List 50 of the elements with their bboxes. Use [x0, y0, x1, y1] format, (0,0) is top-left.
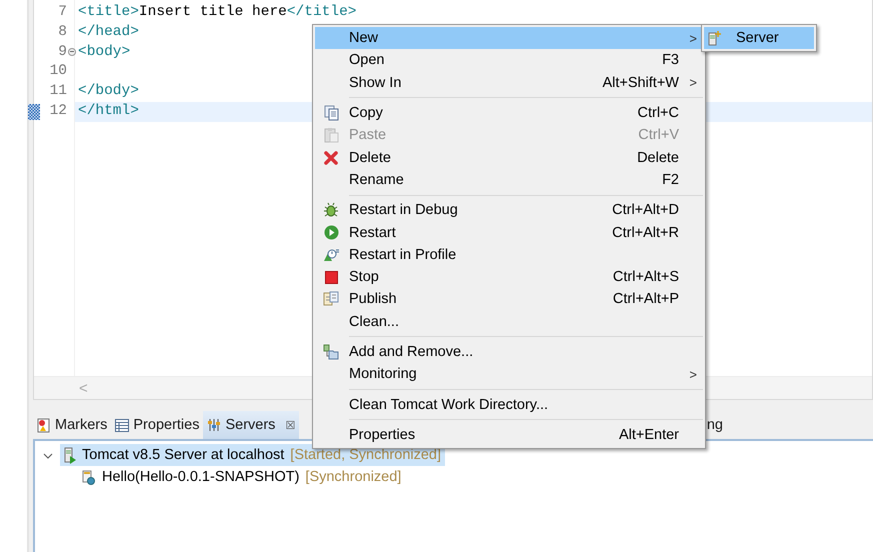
menu-item[interactable]: Rename F2 [315, 168, 703, 192]
menu-item[interactable]: Stop Ctrl+Alt+S [315, 266, 703, 288]
menu-item[interactable]: Monitoring > [315, 363, 703, 386]
menu-item[interactable]: Copy Ctrl+C [315, 102, 703, 124]
menu-item[interactable]: New > [315, 27, 703, 50]
server-icon [64, 446, 76, 464]
line-number: 10 [50, 62, 67, 82]
close-icon[interactable]: ☒ [285, 418, 296, 432]
menu-item[interactable]: Show In Alt+Shift+W > [315, 72, 703, 94]
code-line: <body> [78, 44, 130, 60]
menu-item[interactable]: Restart Ctrl+Alt+R [315, 221, 703, 244]
bug-icon [323, 202, 339, 218]
status-text: [Synchronized] [305, 469, 402, 485]
module-icon [82, 470, 96, 484]
line-number: 8 [58, 22, 67, 42]
folder-icon [323, 344, 339, 360]
menu-item[interactable]: Publish Ctrl+Alt+P [315, 288, 703, 311]
menu-item[interactable]: Clean... [315, 310, 703, 333]
line-number: 11 [50, 82, 67, 102]
line-number: 9 [58, 42, 67, 62]
fold-icon[interactable] [68, 48, 76, 56]
menu-item[interactable]: Clean Tomcat Work Directory... [315, 393, 703, 416]
copy-icon [324, 105, 338, 122]
menu-item[interactable]: Open F3 [315, 49, 703, 72]
line-number: 12 [50, 102, 67, 121]
tree-item[interactable]: Tomcat v8.5 Server at localhost [Started, Synchronized] [60, 444, 446, 466]
status-text: [Started, Synchronized] [290, 447, 442, 463]
stop-icon [324, 270, 338, 284]
documents-icon [323, 291, 339, 308]
code-line: </body> [78, 83, 139, 100]
menu-item[interactable]: Server [704, 27, 814, 49]
table-icon [115, 418, 130, 432]
menu-item[interactable]: Restart in Debug Ctrl+Alt+D [315, 199, 703, 222]
sliders-icon [207, 418, 222, 432]
stopwatch-icon [323, 246, 339, 263]
clipboard-icon [324, 127, 338, 144]
line-number: 7 [58, 3, 67, 22]
code-line: </head> [78, 24, 139, 40]
delete-icon [324, 150, 338, 165]
markers-icon [37, 418, 51, 432]
menu-item[interactable]: Add and Remove... [315, 340, 703, 364]
view-tab[interactable]: Servers ☒ [203, 411, 300, 439]
tree-item[interactable]: Hello(Hello-0.0.1-SNAPSHOT) [Synchronized] [78, 466, 406, 488]
menu-item[interactable]: Delete Delete [315, 146, 703, 169]
code-line: </html> [78, 102, 139, 119]
server-icon [708, 30, 722, 46]
play-icon [324, 225, 338, 240]
code-line: <title>Insert title here</title> [78, 4, 356, 20]
menu-item[interactable]: Properties Alt+Enter [315, 424, 703, 446]
menu-item[interactable]: Restart in Profile [315, 244, 703, 266]
